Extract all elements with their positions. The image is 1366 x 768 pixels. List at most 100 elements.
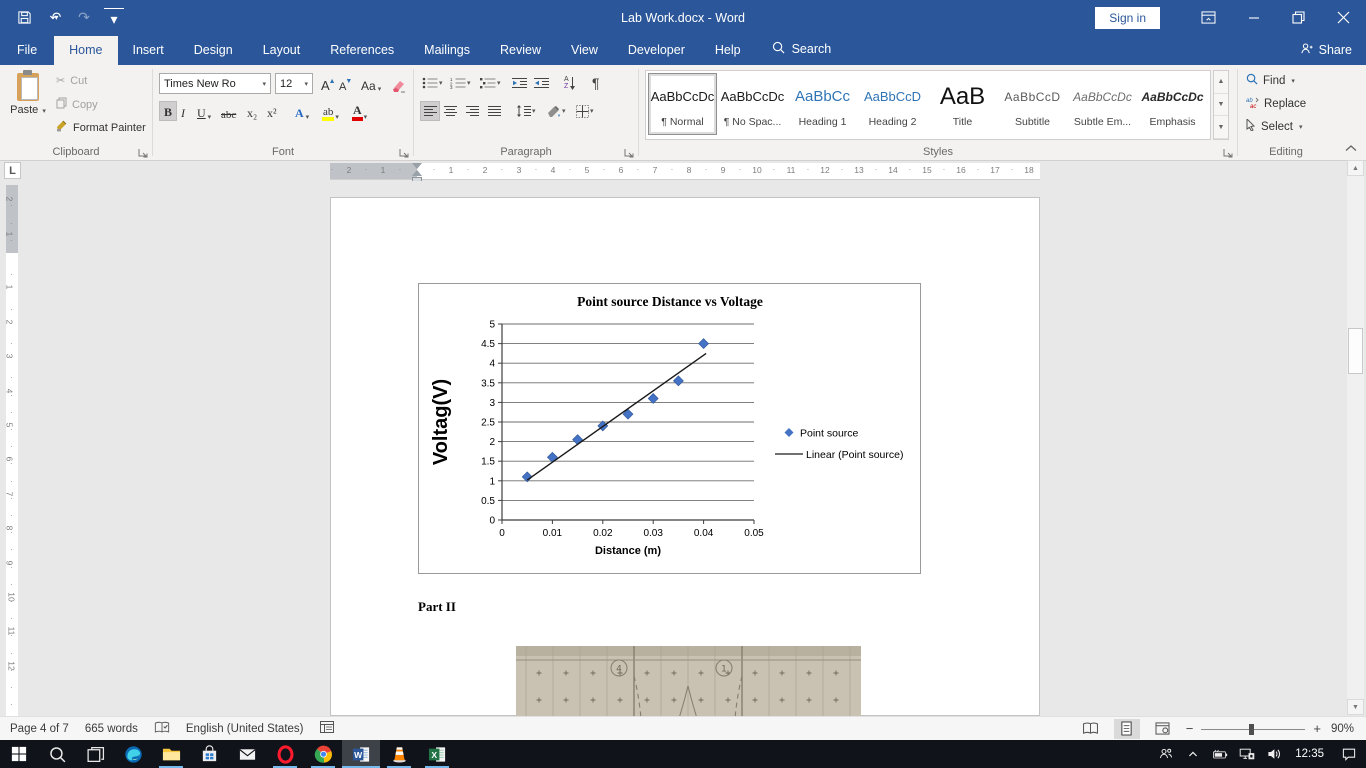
start-taskbar-button[interactable] (0, 740, 38, 768)
sign-in-button[interactable]: Sign in (1095, 7, 1160, 29)
collapse-ribbon-icon[interactable] (1344, 142, 1360, 156)
excel-taskbar-button[interactable]: X (418, 740, 456, 768)
macro-icon[interactable] (320, 721, 334, 736)
edge-taskbar-button[interactable] (114, 740, 152, 768)
mail-taskbar-button[interactable] (228, 740, 266, 768)
bold-button[interactable]: B (159, 101, 177, 121)
change-case-button[interactable]: Aa▾ (361, 73, 381, 93)
style-heading-1[interactable]: AaBbCcHeading 1 (788, 73, 857, 135)
style-title[interactable]: AaBTitle (928, 73, 997, 135)
task-view-taskbar-button[interactable] (76, 740, 114, 768)
scroll-down-icon[interactable]: ▼ (1347, 699, 1364, 715)
font-dialog-launcher-icon[interactable] (399, 146, 410, 157)
paste-dropdown-icon[interactable]: ▾ (42, 108, 46, 115)
tab-layout[interactable]: Layout (248, 36, 316, 65)
style-normal[interactable]: AaBbCcDc¶ Normal (648, 73, 717, 135)
strikethrough-button[interactable]: abc (221, 101, 236, 121)
tab-help[interactable]: Help (700, 36, 756, 65)
align-center-button[interactable] (444, 101, 457, 121)
tab-design[interactable]: Design (179, 36, 248, 65)
proofing-icon[interactable] (154, 721, 170, 737)
style-no-spac[interactable]: AaBbCcDc¶ No Spac... (718, 73, 787, 135)
undo-icon[interactable]: ↶▾ (44, 8, 64, 28)
hidden-icons-chevron-icon[interactable] (1179, 740, 1206, 768)
search-box[interactable]: Search (772, 41, 832, 65)
scroll-up-icon[interactable]: ▲ (1347, 160, 1364, 176)
superscript-button[interactable]: x² (267, 101, 277, 121)
style-subtitle[interactable]: AaBbCcDSubtitle (998, 73, 1067, 135)
style-subtle-em[interactable]: AaBbCcDcSubtle Em... (1068, 73, 1137, 135)
font-name-combo[interactable]: Times New Ro▾ (159, 73, 271, 94)
network-icon[interactable] (1233, 740, 1260, 768)
document-page[interactable]: 00.511.522.533.544.5500.010.020.030.040.… (330, 197, 1040, 716)
hanging-indent-marker[interactable] (412, 170, 422, 176)
tab-home[interactable]: Home (54, 36, 117, 65)
field-map-photo[interactable]: 41 (516, 646, 861, 716)
taskbar-clock[interactable]: 12:35 (1287, 748, 1332, 760)
scrollbar-thumb[interactable] (1348, 328, 1363, 374)
shading-icon[interactable]: ▾ (546, 101, 566, 121)
minimize-icon[interactable] (1231, 0, 1276, 35)
clear-formatting-icon[interactable] (391, 73, 406, 93)
zoom-in-icon[interactable]: + (1313, 721, 1321, 736)
file-explorer-taskbar-button[interactable] (152, 740, 190, 768)
tab-insert[interactable]: Insert (118, 36, 179, 65)
styles-dialog-launcher-icon[interactable] (1223, 146, 1234, 157)
font-size-combo[interactable]: 12▾ (275, 73, 313, 94)
highlight-color-button[interactable]: ab▾ (323, 101, 339, 121)
select-button[interactable]: Select▾ (1246, 119, 1302, 134)
vertical-scrollbar[interactable]: ▲ ▼ (1347, 160, 1364, 715)
replace-button[interactable]: abac Replace (1246, 96, 1306, 111)
bullets-icon[interactable]: ▾ (422, 73, 443, 93)
paragraph-dialog-launcher-icon[interactable] (624, 146, 635, 157)
tab-developer[interactable]: Developer (613, 36, 700, 65)
store-taskbar-button[interactable] (190, 740, 228, 768)
align-right-button[interactable] (466, 101, 479, 121)
text-effects-button[interactable]: A▾ (295, 101, 309, 121)
paste-button[interactable]: Paste ▾ (6, 71, 50, 137)
ribbon-display-options-icon[interactable] (1186, 0, 1231, 35)
tab-stop-selector[interactable]: L (4, 162, 21, 179)
tab-mailings[interactable]: Mailings (409, 36, 485, 65)
first-line-indent-marker[interactable] (412, 163, 422, 169)
styles-more-icon[interactable]: ▼ (1214, 116, 1228, 139)
style-emphasis[interactable]: AaBbCcDcEmphasis (1138, 73, 1207, 135)
styles-scroll-down-icon[interactable]: ▼ (1214, 94, 1228, 117)
word-taskbar-button[interactable]: W (342, 740, 380, 768)
font-color-button[interactable]: A▾ (353, 101, 367, 121)
underline-button[interactable]: U▾ (197, 101, 211, 121)
battery-icon[interactable] (1206, 740, 1233, 768)
web-layout-icon[interactable] (1150, 719, 1176, 739)
horizontal-ruler[interactable]: 21123456789101112131415161718···········… (330, 163, 1040, 179)
italic-button[interactable]: I (181, 101, 185, 121)
word-count[interactable]: 665 words (85, 723, 138, 735)
opera-taskbar-button[interactable] (266, 740, 304, 768)
people-icon[interactable] (1152, 740, 1179, 768)
styles-scroll-up-icon[interactable]: ▲ (1214, 71, 1228, 94)
search-taskbar-button[interactable] (38, 740, 76, 768)
tab-file[interactable]: File (0, 36, 54, 65)
close-icon[interactable] (1321, 0, 1366, 35)
style-heading-2[interactable]: AaBbCcDHeading 2 (858, 73, 927, 135)
subscript-button[interactable]: x₂ (247, 101, 257, 121)
sort-icon[interactable]: A Z (564, 73, 576, 93)
vlc-taskbar-button[interactable] (380, 740, 418, 768)
vertical-ruler[interactable]: 21123456789101112·······················… (6, 185, 18, 716)
page-indicator[interactable]: Page 4 of 7 (10, 723, 69, 735)
format-painter-button[interactable]: Format Painter (56, 120, 146, 135)
decrease-indent-icon[interactable] (512, 73, 527, 93)
tab-references[interactable]: References (315, 36, 409, 65)
borders-icon[interactable]: ▾ (576, 101, 594, 121)
tab-review[interactable]: Review (485, 36, 556, 65)
multilevel-list-icon[interactable]: ▾ (480, 73, 501, 93)
shrink-font-button[interactable]: A▼ (339, 73, 354, 93)
align-left-button[interactable] (420, 101, 440, 121)
find-button[interactable]: Find▾ (1246, 73, 1295, 88)
action-center-icon[interactable] (1332, 740, 1366, 768)
read-mode-icon[interactable] (1078, 719, 1104, 739)
save-icon[interactable] (14, 8, 34, 28)
show-hide-pilcrow-button[interactable]: ¶ (592, 73, 600, 93)
share-button[interactable]: Share (1300, 42, 1352, 58)
volume-icon[interactable] (1260, 740, 1287, 768)
print-layout-icon[interactable] (1114, 719, 1140, 739)
